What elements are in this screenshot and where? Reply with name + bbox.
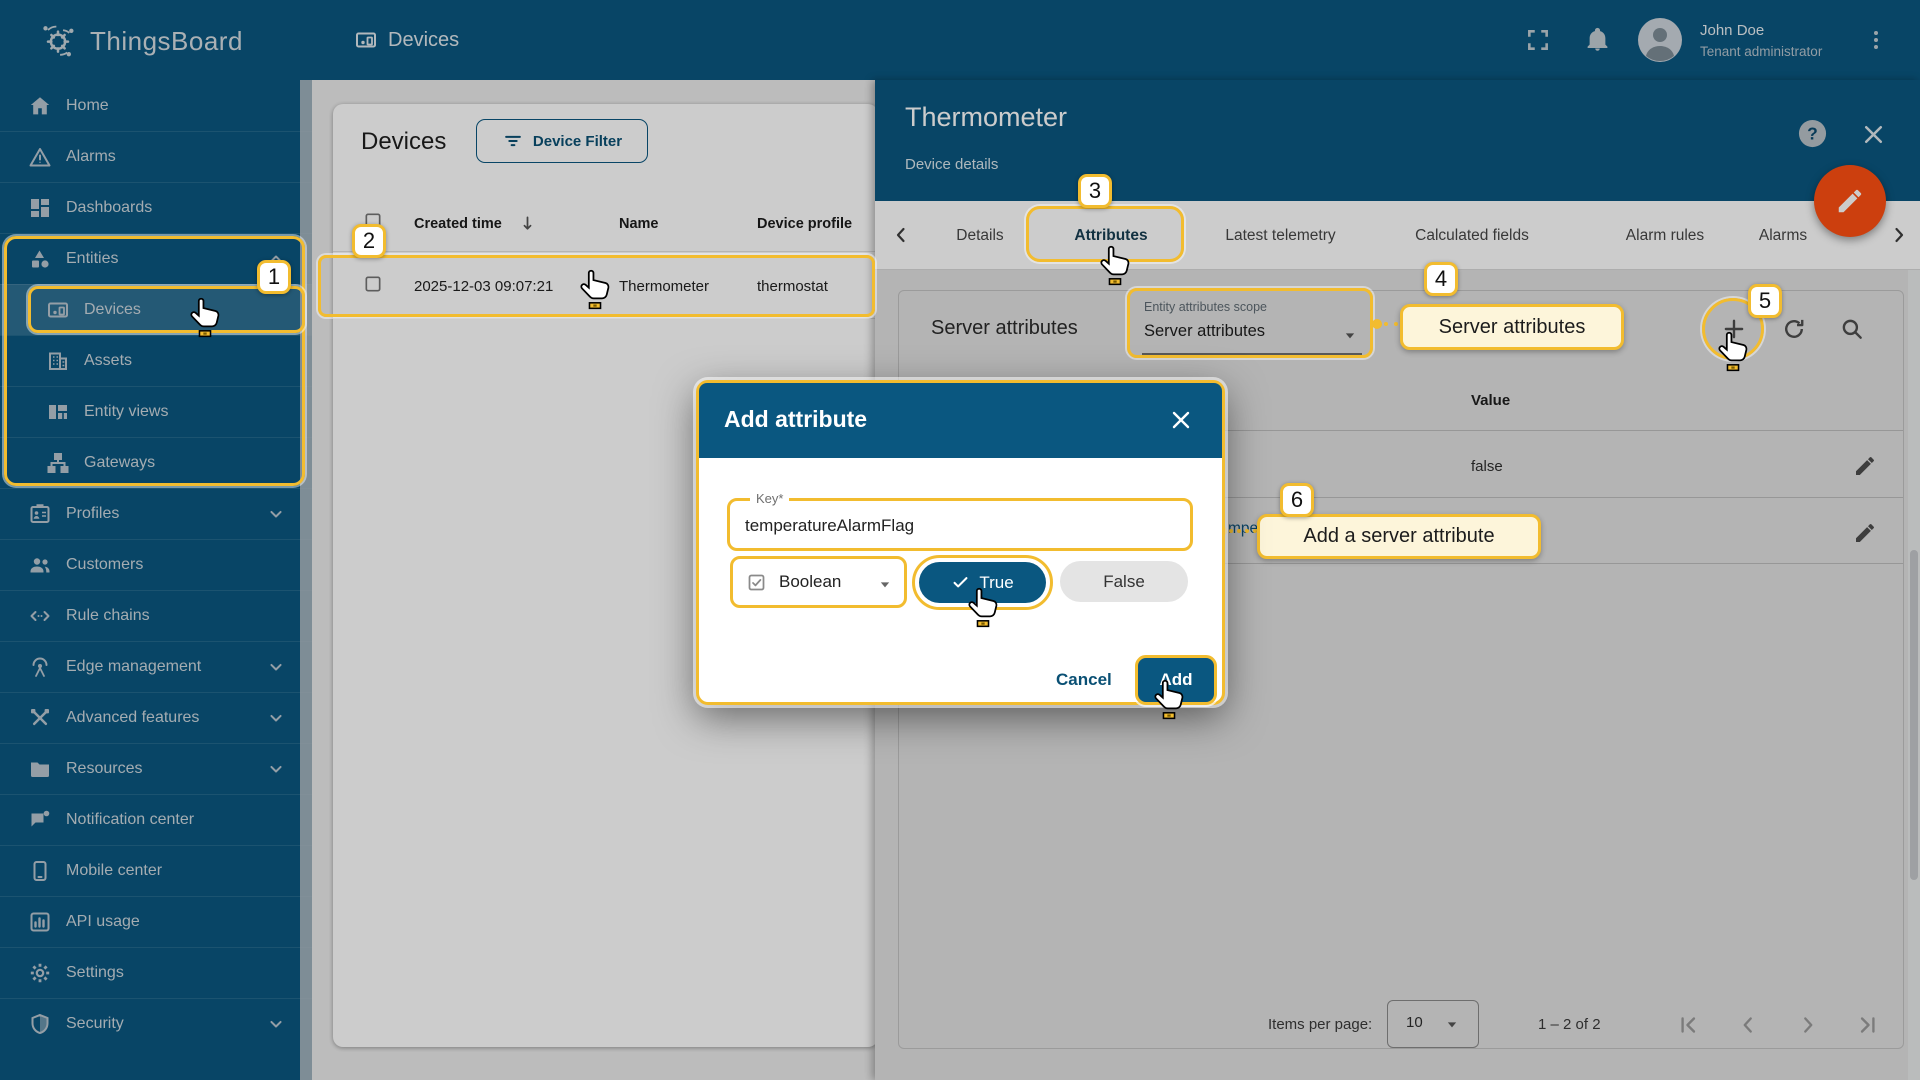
tour-badge-2: 2 bbox=[352, 224, 386, 258]
tour-badge-5: 5 bbox=[1748, 284, 1782, 318]
tour-cursor bbox=[576, 268, 614, 310]
tour-badge-1: 1 bbox=[257, 260, 291, 294]
tour-cursor bbox=[1150, 678, 1188, 720]
connector-dash bbox=[1384, 322, 1398, 326]
tour-cursor bbox=[186, 296, 224, 338]
false-toggle-button[interactable]: False bbox=[1060, 561, 1188, 602]
dialog-close-icon[interactable] bbox=[1169, 408, 1193, 432]
callout-server-attributes: Server attributes bbox=[1400, 304, 1624, 350]
value-type-select[interactable]: Boolean bbox=[730, 556, 907, 608]
value-type-value: Boolean bbox=[779, 572, 841, 592]
type-caret-icon bbox=[875, 574, 895, 594]
boolean-type-icon bbox=[746, 572, 767, 593]
tour-badge-4: 4 bbox=[1424, 262, 1458, 296]
connector-dash bbox=[1229, 529, 1257, 533]
tour-cursor bbox=[1096, 244, 1134, 286]
highlight-scope-select bbox=[1127, 288, 1373, 358]
add-attribute-dialog: Add attribute Key* temperatureAlarmFlag … bbox=[696, 380, 1225, 705]
key-input-value: temperatureAlarmFlag bbox=[745, 516, 914, 536]
key-input-label: Key* bbox=[750, 491, 789, 506]
tour-badge-3: 3 bbox=[1078, 174, 1112, 208]
cancel-button[interactable]: Cancel bbox=[1056, 670, 1112, 690]
false-label: False bbox=[1103, 572, 1145, 592]
tour-badge-6: 6 bbox=[1280, 483, 1314, 517]
tour-cursor bbox=[1714, 330, 1752, 372]
dialog-title: Add attribute bbox=[724, 406, 867, 433]
key-input[interactable]: Key* temperatureAlarmFlag bbox=[727, 498, 1193, 551]
dialog-header: Add attribute bbox=[699, 383, 1222, 458]
tour-cursor bbox=[964, 586, 1002, 628]
connector-dot bbox=[1372, 319, 1382, 329]
callout-add-server-attribute: Add a server attribute bbox=[1257, 514, 1541, 559]
